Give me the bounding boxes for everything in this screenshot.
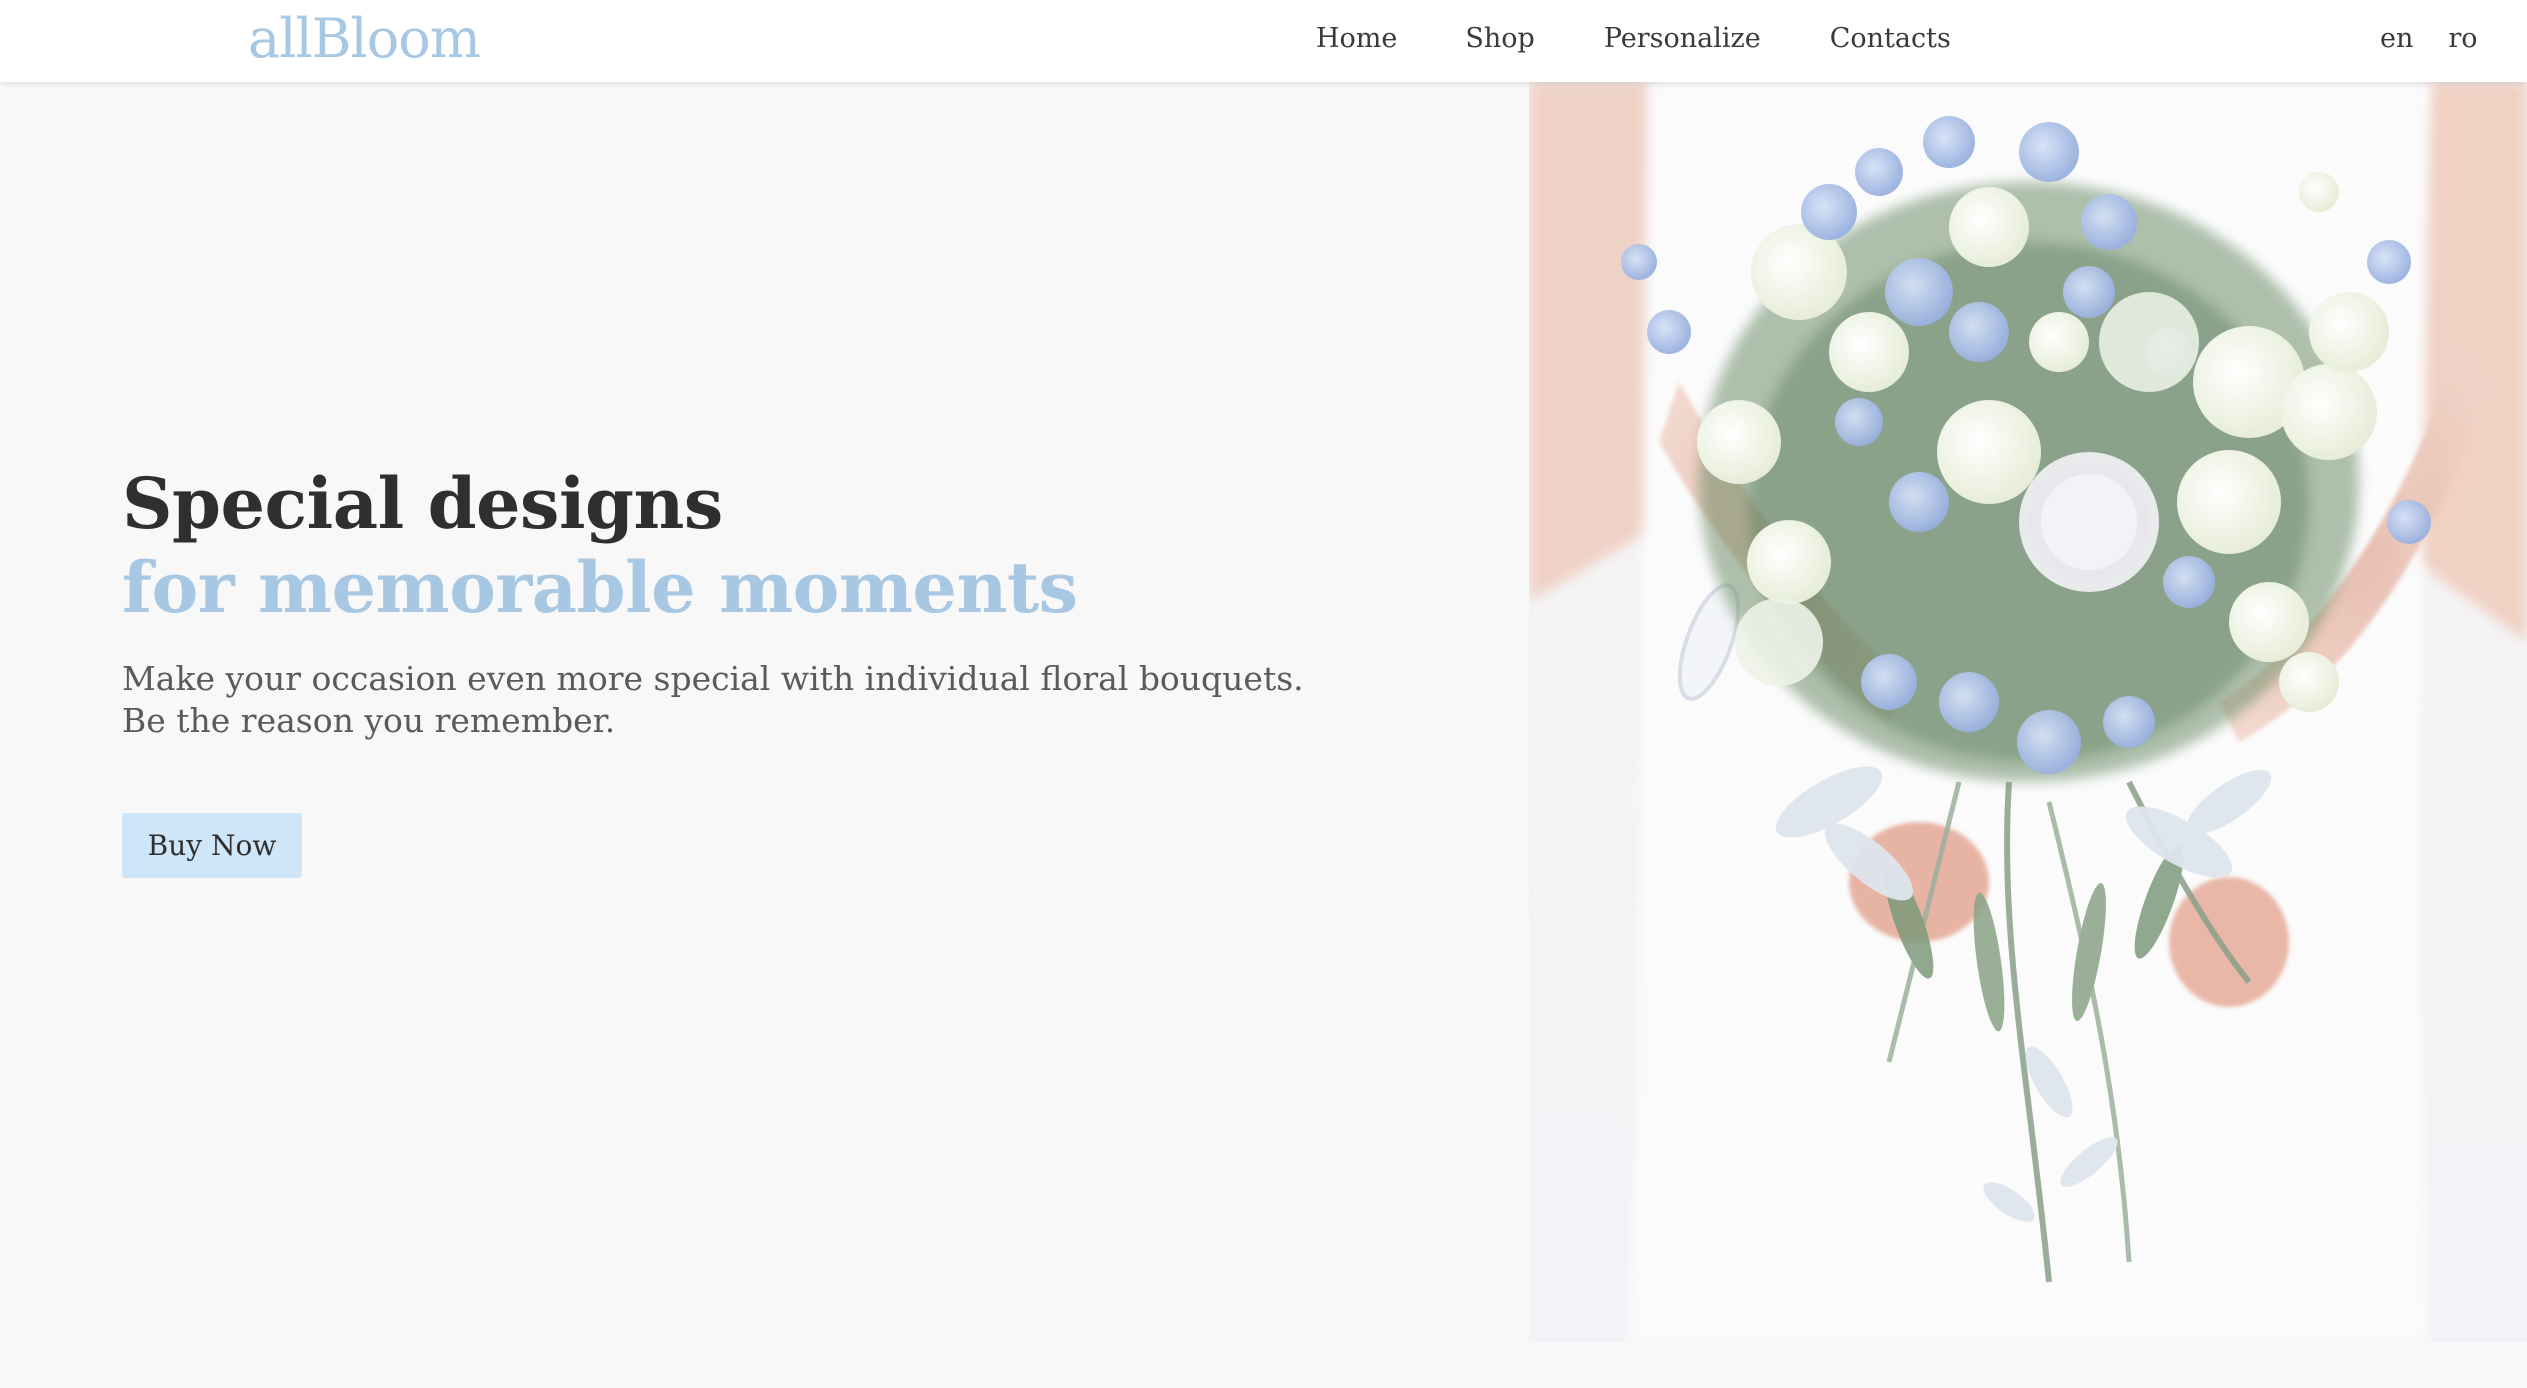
language-switcher: en ro	[2380, 20, 2478, 58]
hero-image	[1529, 82, 2527, 1342]
hero-section: Special designs for memorable moments Ma…	[122, 462, 1472, 742]
language-en-link[interactable]: en	[2380, 20, 2413, 58]
nav-home-link[interactable]: Home	[1316, 20, 1397, 58]
hero-subtitle: Make your occasion even more special wit…	[122, 658, 1472, 742]
hero-subtitle-line: Be the reason you remember.	[122, 701, 616, 740]
nav-contacts-link[interactable]: Contacts	[1830, 20, 1951, 58]
site-header: allBloom Home Shop Personalize Contacts …	[0, 0, 2527, 82]
main-nav: Home Shop Personalize Contacts	[1316, 20, 1951, 58]
language-ro-link[interactable]: ro	[2448, 20, 2477, 58]
brand-logo[interactable]: allBloom	[248, 6, 481, 72]
hero-title-accent: for memorable moments	[122, 546, 1078, 629]
hero-subtitle-line: Make your occasion even more special wit…	[122, 659, 1304, 698]
nav-personalize-link[interactable]: Personalize	[1604, 20, 1761, 58]
nav-shop-link[interactable]: Shop	[1465, 20, 1534, 58]
hero-title-primary: Special designs	[122, 462, 723, 545]
buy-now-button[interactable]: Buy Now	[122, 813, 302, 878]
bridal-bouquet-photo	[1529, 82, 2527, 1342]
